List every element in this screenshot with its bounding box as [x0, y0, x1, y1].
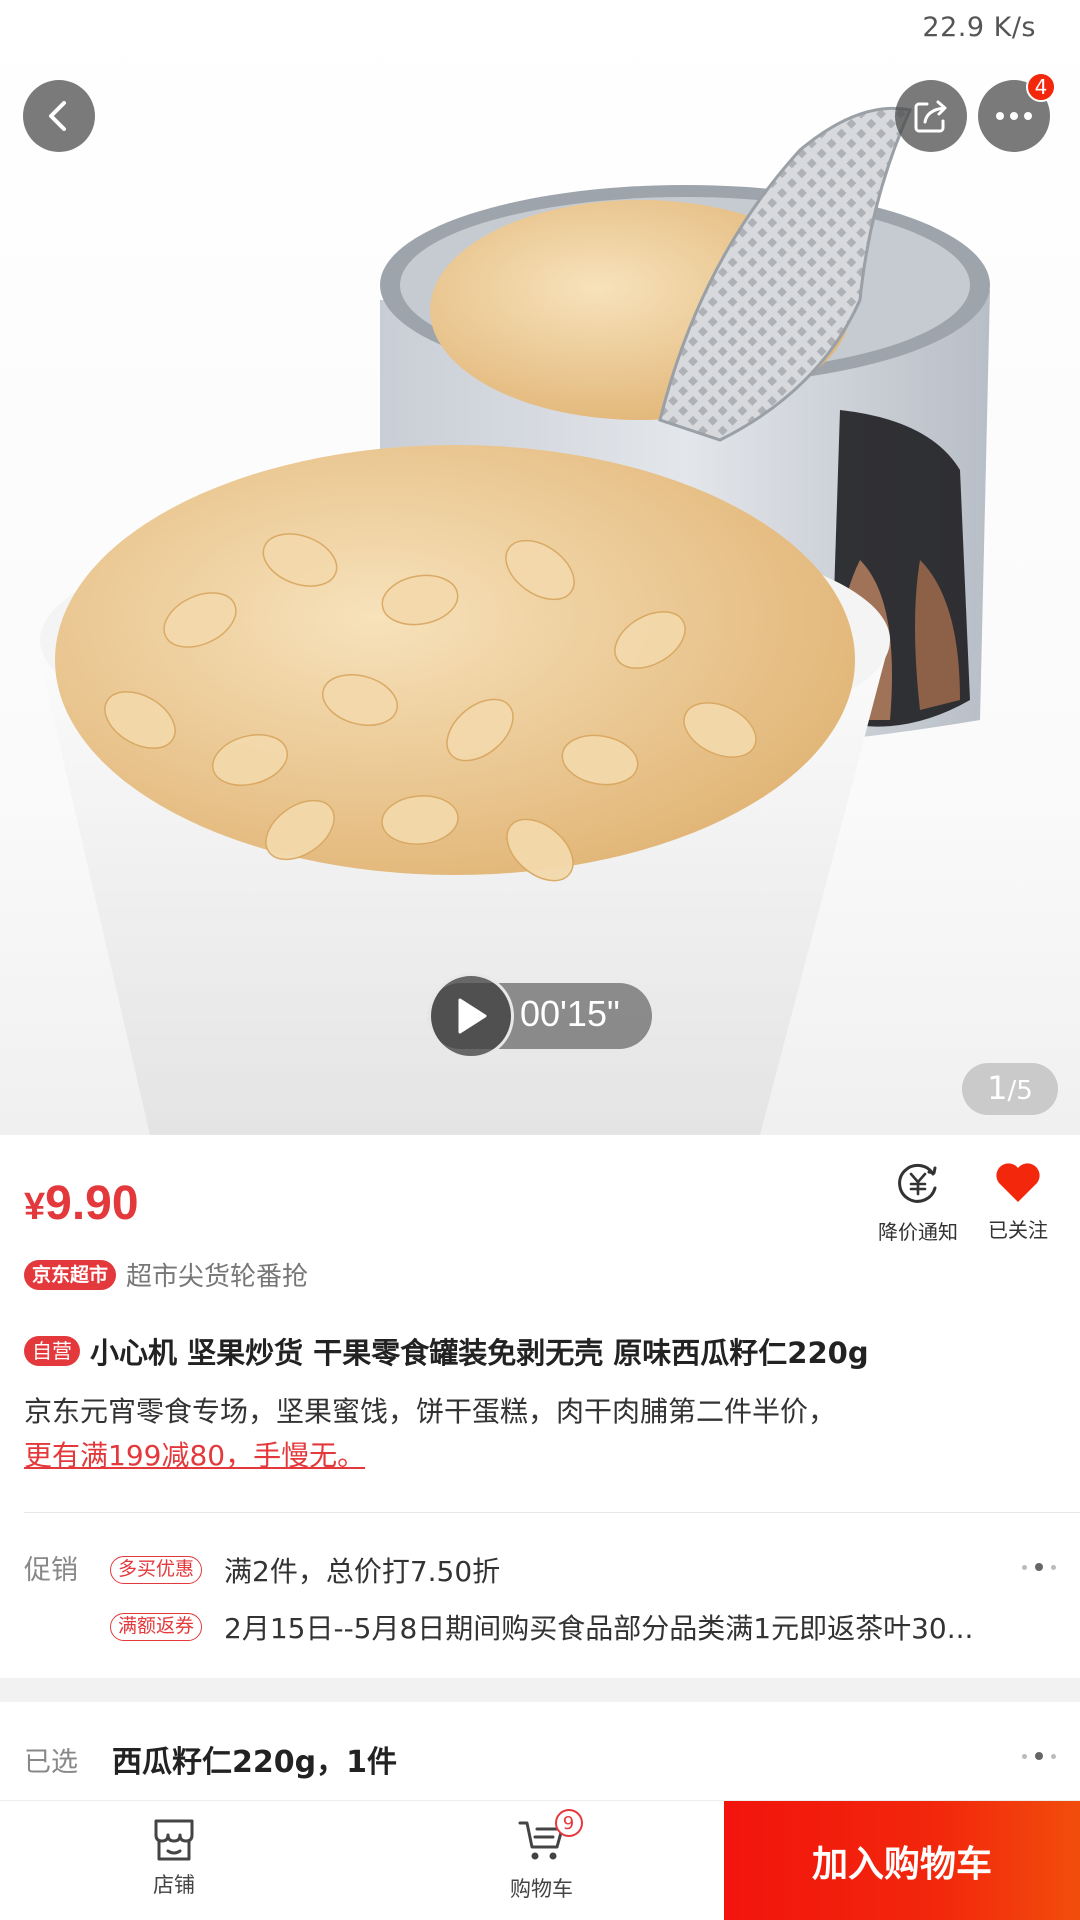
video-duration: 00'15" — [520, 993, 620, 1034]
section-separator — [0, 1678, 1080, 1702]
selected-spec-value[interactable]: 西瓜籽仁220g，1件 — [112, 1737, 397, 1781]
jd-supermarket-slogan: 超市尖货轮番抢 — [126, 1262, 309, 1292]
play-icon-wrap — [428, 973, 514, 1059]
gallery-total-pages: 5 — [1016, 1076, 1033, 1106]
play-icon — [458, 998, 487, 1034]
price-alert-label: 降价通知 — [878, 1220, 958, 1244]
jd-supermarket-tag: 京东超市 — [24, 1259, 117, 1290]
follow-label: 已关注 — [988, 1218, 1048, 1242]
back-button[interactable] — [23, 80, 95, 152]
bottom-action-bar: 店铺 9 购物车 加入购物车 — [0, 1800, 1080, 1920]
product-title: 小心机 坚果炒货 干果零食罐装免剥无壳 原味西瓜籽仁220g — [90, 1336, 869, 1370]
product-title-row: 自营 小心机 坚果炒货 干果零食罐装免剥无壳 原味西瓜籽仁220g — [24, 1330, 1064, 1372]
product-detail-screen: 22.9 K/s 4 00'15" 1 / 5 ¥9.90 降价通知 已关注 京… — [0, 0, 1080, 1920]
promotion-text: 2月15日--5月8日期间购买食品部分品类满1元即返茶叶30... — [224, 1612, 974, 1645]
share-icon — [914, 100, 947, 133]
product-price: ¥9.90 — [24, 1176, 139, 1231]
more-notification-badge: 4 — [1026, 72, 1056, 102]
promotion-label: 促销 — [24, 1555, 78, 1586]
promotion-text: 满2件，总价打7.50折 — [224, 1555, 501, 1588]
price-currency: ¥ — [24, 1186, 46, 1228]
selected-label: 已选 — [24, 1747, 78, 1778]
store-tab[interactable]: 店铺 — [150, 1817, 198, 1899]
promotion-tag: 满额返券 — [110, 1613, 203, 1641]
product-photo — [40, 106, 990, 1135]
store-tab-label: 店铺 — [153, 1873, 195, 1897]
price-alert-icon — [898, 1163, 937, 1203]
description-text: 京东元宵零食专场，坚果蜜饯，饼干蛋糕，肉干肉脯第二件半价， — [24, 1395, 837, 1428]
add-to-cart-button[interactable]: 加入购物车 — [724, 1801, 1080, 1920]
gallery-page-separator: / — [1007, 1076, 1017, 1106]
product-image-gallery[interactable]: 22.9 K/s 4 00'15" 1 / 5 — [0, 0, 1080, 1135]
product-description: 京东元宵零食专场，坚果蜜饯，饼干蛋糕，肉干肉脯第二件半价， 更有满199减80，… — [24, 1390, 1054, 1478]
selected-more-icon[interactable] — [1022, 1752, 1056, 1760]
description-promo-link[interactable]: 更有满199减80，手慢无。 — [24, 1439, 365, 1472]
more-button[interactable]: 4 — [978, 72, 1056, 152]
chevron-left-icon — [49, 101, 66, 131]
more-dots-icon — [996, 112, 1032, 120]
price-value: 9.90 — [45, 1177, 139, 1230]
promotion-tag: 多买优惠 — [110, 1556, 203, 1584]
gallery-page-indicator: 1 / 5 — [962, 1063, 1058, 1115]
cart-icon-wrap: 9 — [517, 1809, 583, 1867]
cart-tab[interactable]: 9 购物车 — [510, 1809, 583, 1903]
self-operated-tag: 自营 — [24, 1336, 80, 1366]
network-speed: 22.9 K/s — [922, 12, 1036, 43]
store-icon — [154, 1819, 194, 1861]
promotion-item[interactable]: 多买优惠 满2件，总价打7.50折 — [110, 1550, 500, 1590]
follow-button[interactable]: 已关注 — [988, 1160, 1048, 1243]
heart-icon — [996, 1163, 1040, 1202]
promotion-more-icon[interactable] — [1022, 1563, 1056, 1571]
cart-count-badge: 9 — [554, 1809, 583, 1837]
promotion-item[interactable]: 满额返券 2月15日--5月8日期间购买食品部分品类满1元即返茶叶30... — [110, 1607, 973, 1647]
video-play-button[interactable]: 00'15" — [428, 973, 652, 1059]
divider — [24, 1512, 1080, 1513]
jd-supermarket-row[interactable]: 京东超市 超市尖货轮番抢 — [24, 1256, 308, 1293]
price-alert-button[interactable]: 降价通知 — [878, 1160, 958, 1245]
cart-tab-label: 购物车 — [510, 1877, 573, 1901]
gallery-current-page: 1 — [987, 1069, 1008, 1107]
share-button[interactable] — [895, 80, 967, 152]
